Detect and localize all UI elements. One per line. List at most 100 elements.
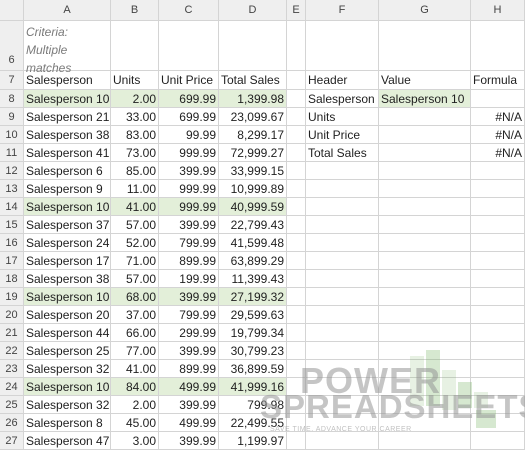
lookup-value-cell[interactable] — [379, 432, 471, 450]
formula-result-cell[interactable] — [471, 180, 525, 198]
salesperson-cell[interactable]: Salesperson 47 — [24, 432, 111, 450]
units-cell[interactable]: 41.00 — [111, 360, 159, 378]
total-sales-cell[interactable]: 40,999.59 — [219, 198, 287, 216]
formula-result-cell[interactable] — [471, 324, 525, 342]
formula-result-cell[interactable] — [471, 360, 525, 378]
total-sales-cell[interactable]: 19,799.34 — [219, 324, 287, 342]
units-cell[interactable]: 52.00 — [111, 234, 159, 252]
unit-price-cell[interactable]: 899.99 — [159, 252, 219, 270]
lookup-header-cell[interactable] — [306, 324, 379, 342]
formula-result-cell[interactable]: #N/A — [471, 144, 525, 162]
cell[interactable] — [287, 396, 306, 414]
cell[interactable] — [287, 270, 306, 288]
lookup-header-cell[interactable] — [306, 234, 379, 252]
formula-result-cell[interactable] — [471, 432, 525, 450]
salesperson-cell[interactable]: Salesperson 20 — [24, 306, 111, 324]
lookup-header-cell[interactable] — [306, 180, 379, 198]
cell[interactable] — [287, 180, 306, 198]
units-cell[interactable]: 3.00 — [111, 432, 159, 450]
column-header-d[interactable]: D — [219, 0, 287, 21]
unit-price-cell[interactable]: 899.99 — [159, 360, 219, 378]
units-cell[interactable]: 85.00 — [111, 162, 159, 180]
total-sales-cell[interactable]: 27,199.32 — [219, 288, 287, 306]
column-header-e[interactable]: E — [287, 0, 306, 21]
cell[interactable] — [287, 360, 306, 378]
formula-result-cell[interactable] — [471, 396, 525, 414]
total-sales-cell[interactable]: 8,299.17 — [219, 126, 287, 144]
lookup-header-cell[interactable] — [306, 252, 379, 270]
unit-price-cell[interactable]: 399.99 — [159, 342, 219, 360]
unit-price-cell[interactable]: 399.99 — [159, 162, 219, 180]
salesperson-cell[interactable]: Salesperson 10 — [24, 198, 111, 216]
units-cell[interactable]: 83.00 — [111, 126, 159, 144]
row-number[interactable]: 26 — [0, 414, 24, 432]
total-sales-cell[interactable]: 22,799.43 — [219, 216, 287, 234]
cell[interactable] — [379, 21, 471, 71]
lookup-value-cell[interactable] — [379, 108, 471, 126]
cell[interactable] — [287, 378, 306, 396]
row-number[interactable]: 15 — [0, 216, 24, 234]
salesperson-cell[interactable]: Salesperson 9 — [24, 180, 111, 198]
row-number[interactable]: 13 — [0, 180, 24, 198]
salesperson-cell[interactable]: Salesperson 6 — [24, 162, 111, 180]
salesperson-cell[interactable]: Salesperson 37 — [24, 216, 111, 234]
row-number[interactable]: 27 — [0, 432, 24, 450]
cell[interactable] — [287, 126, 306, 144]
lookup-value-cell[interactable] — [379, 198, 471, 216]
unit-price-cell[interactable]: 99.99 — [159, 126, 219, 144]
cell[interactable] — [471, 21, 525, 71]
row-number[interactable]: 24 — [0, 378, 24, 396]
formula-result-cell[interactable] — [471, 288, 525, 306]
spreadsheet-grid[interactable]: A B C D E F G H 6 Criteria: Multiple mat… — [0, 0, 525, 450]
lookup-header-cell[interactable]: Unit Price — [306, 126, 379, 144]
units-cell[interactable]: 2.00 — [111, 90, 159, 108]
salesperson-cell[interactable]: Salesperson 8 — [24, 414, 111, 432]
cell[interactable] — [287, 162, 306, 180]
row-number[interactable]: 9 — [0, 108, 24, 126]
header-unit-price[interactable]: Unit Price — [159, 71, 219, 90]
salesperson-cell[interactable]: Salesperson 10 — [24, 288, 111, 306]
formula-result-cell[interactable] — [471, 198, 525, 216]
unit-price-cell[interactable]: 999.99 — [159, 144, 219, 162]
cell[interactable] — [287, 342, 306, 360]
units-cell[interactable]: 45.00 — [111, 414, 159, 432]
formula-result-cell[interactable] — [471, 270, 525, 288]
lookup-header-cell[interactable] — [306, 270, 379, 288]
lookup-header-cell[interactable] — [306, 216, 379, 234]
unit-price-cell[interactable]: 499.99 — [159, 414, 219, 432]
lookup-header-cell[interactable] — [306, 360, 379, 378]
cell[interactable] — [287, 234, 306, 252]
total-sales-cell[interactable]: 799.98 — [219, 396, 287, 414]
lookup-value-cell[interactable] — [379, 234, 471, 252]
total-sales-cell[interactable]: 63,899.29 — [219, 252, 287, 270]
lookup-value-cell[interactable] — [379, 396, 471, 414]
lookup-value-cell[interactable]: Salesperson 10 — [379, 90, 471, 108]
units-cell[interactable]: 57.00 — [111, 270, 159, 288]
salesperson-cell[interactable]: Salesperson 44 — [24, 324, 111, 342]
row-number[interactable]: 23 — [0, 360, 24, 378]
lookup-value-cell[interactable] — [379, 270, 471, 288]
unit-price-cell[interactable]: 299.99 — [159, 324, 219, 342]
total-sales-cell[interactable]: 22,499.55 — [219, 414, 287, 432]
unit-price-cell[interactable]: 499.99 — [159, 378, 219, 396]
formula-result-cell[interactable] — [471, 342, 525, 360]
column-header-f[interactable]: F — [306, 0, 379, 21]
formula-result-cell[interactable] — [471, 306, 525, 324]
units-cell[interactable]: 71.00 — [111, 252, 159, 270]
formula-result-cell[interactable]: #N/A — [471, 126, 525, 144]
header-units[interactable]: Units — [111, 71, 159, 90]
cell[interactable] — [287, 306, 306, 324]
formula-result-cell[interactable] — [471, 378, 525, 396]
total-sales-cell[interactable]: 33,999.15 — [219, 162, 287, 180]
salesperson-cell[interactable]: Salesperson 38 — [24, 126, 111, 144]
formula-result-cell[interactable] — [471, 162, 525, 180]
total-sales-cell[interactable]: 41,599.48 — [219, 234, 287, 252]
lookup-header-cell[interactable] — [306, 414, 379, 432]
lookup-value-cell[interactable] — [379, 162, 471, 180]
salesperson-cell[interactable]: Salesperson 25 — [24, 342, 111, 360]
cell[interactable] — [287, 252, 306, 270]
lookup-value-cell[interactable] — [379, 180, 471, 198]
row-number[interactable]: 17 — [0, 252, 24, 270]
salesperson-cell[interactable]: Salesperson 10 — [24, 90, 111, 108]
lookup-value-cell[interactable] — [379, 216, 471, 234]
